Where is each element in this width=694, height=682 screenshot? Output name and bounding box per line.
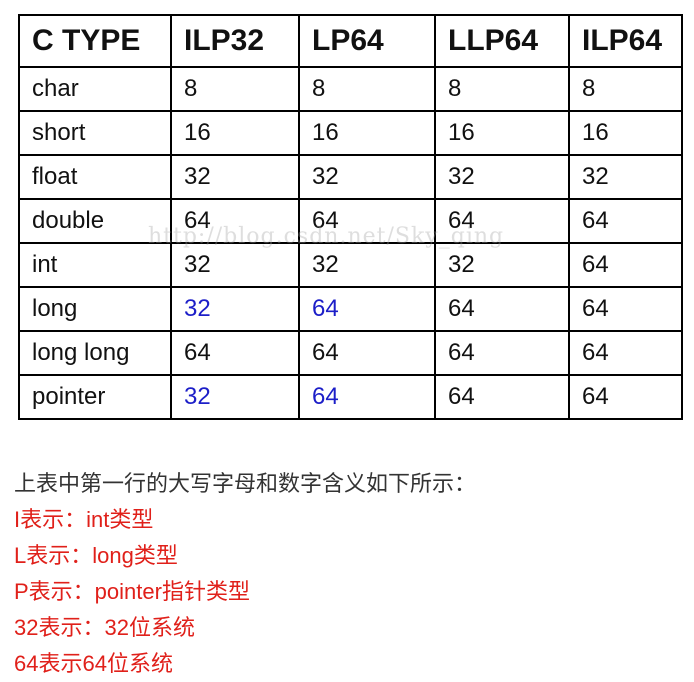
type-cell: long: [18, 286, 172, 332]
table-header-row: C TYPE ILP32 LP64 LLP64 ILP64: [18, 14, 683, 68]
value-cell-ilp64: 64: [568, 374, 683, 420]
table-row-long: long 32 64 64 64: [18, 286, 683, 332]
type-cell: float: [18, 154, 172, 200]
header-llp64: LLP64: [434, 14, 570, 68]
value-cell-llp64: 64: [434, 374, 570, 420]
table-row-pointer: pointer 32 64 64 64: [18, 374, 683, 420]
header-c-type: C TYPE: [18, 14, 172, 68]
note-item-32: 32表示：32位系统: [14, 615, 195, 640]
table-row-double: double 64 64 64 64: [18, 198, 683, 244]
value-cell-lp64-highlighted: 64: [298, 374, 436, 420]
value-cell-llp64: 64: [434, 330, 570, 376]
value-cell-ilp64: 64: [568, 242, 683, 288]
type-cell: long long: [18, 330, 172, 376]
notes-intro: 上表中第一行的大写字母和数字含义如下所示：: [14, 471, 477, 496]
note-item-i: I表示：int类型: [14, 507, 154, 532]
table-row-short: short 16 16 16 16: [18, 110, 683, 156]
note-item-64: 64表示64位系统: [14, 651, 173, 676]
table-row-int: int 32 32 32 64: [18, 242, 683, 288]
value-cell-lp64: 32: [298, 154, 436, 200]
value-cell-lp64: 64: [298, 198, 436, 244]
value-cell-llp64: 16: [434, 110, 570, 156]
value-cell-lp64: 64: [298, 330, 436, 376]
table-row-char: char 8 8 8 8: [18, 66, 683, 112]
value-cell-ilp64: 64: [568, 198, 683, 244]
type-cell: char: [18, 66, 172, 112]
value-cell-lp64-highlighted: 64: [298, 286, 436, 332]
value-cell-ilp32: 32: [170, 242, 300, 288]
type-cell: pointer: [18, 374, 172, 420]
value-cell-ilp64: 8: [568, 66, 683, 112]
table-row-float: float 32 32 32 32: [18, 154, 683, 200]
value-cell-ilp32-highlighted: 32: [170, 374, 300, 420]
note-item-l: L表示：long类型: [14, 543, 178, 568]
data-model-table: C TYPE ILP32 LP64 LLP64 ILP64 char 8 8 8…: [18, 14, 683, 420]
type-cell: double: [18, 198, 172, 244]
value-cell-llp64: 64: [434, 198, 570, 244]
value-cell-ilp32: 64: [170, 198, 300, 244]
type-cell: short: [18, 110, 172, 156]
value-cell-ilp64: 32: [568, 154, 683, 200]
value-cell-ilp64: 64: [568, 330, 683, 376]
table-row-long-long: long long 64 64 64 64: [18, 330, 683, 376]
header-ilp32: ILP32: [170, 14, 300, 68]
value-cell-llp64: 8: [434, 66, 570, 112]
type-cell: int: [18, 242, 172, 288]
note-item-p: P表示：pointer指针类型: [14, 579, 250, 604]
value-cell-ilp64: 16: [568, 110, 683, 156]
header-lp64: LP64: [298, 14, 436, 68]
data-model-table-container: C TYPE ILP32 LP64 LLP64 ILP64 char 8 8 8…: [18, 14, 683, 426]
value-cell-ilp32-highlighted: 32: [170, 286, 300, 332]
value-cell-lp64: 16: [298, 110, 436, 156]
value-cell-ilp32: 64: [170, 330, 300, 376]
value-cell-lp64: 8: [298, 66, 436, 112]
value-cell-ilp32: 8: [170, 66, 300, 112]
notes-section: 上表中第一行的大写字母和数字含义如下所示： I表示：int类型 L表示：long…: [14, 466, 684, 682]
value-cell-ilp32: 32: [170, 154, 300, 200]
value-cell-llp64: 32: [434, 154, 570, 200]
value-cell-ilp64: 64: [568, 286, 683, 332]
header-ilp64: ILP64: [568, 14, 683, 68]
value-cell-llp64: 64: [434, 286, 570, 332]
value-cell-lp64: 32: [298, 242, 436, 288]
value-cell-ilp32: 16: [170, 110, 300, 156]
value-cell-llp64: 32: [434, 242, 570, 288]
